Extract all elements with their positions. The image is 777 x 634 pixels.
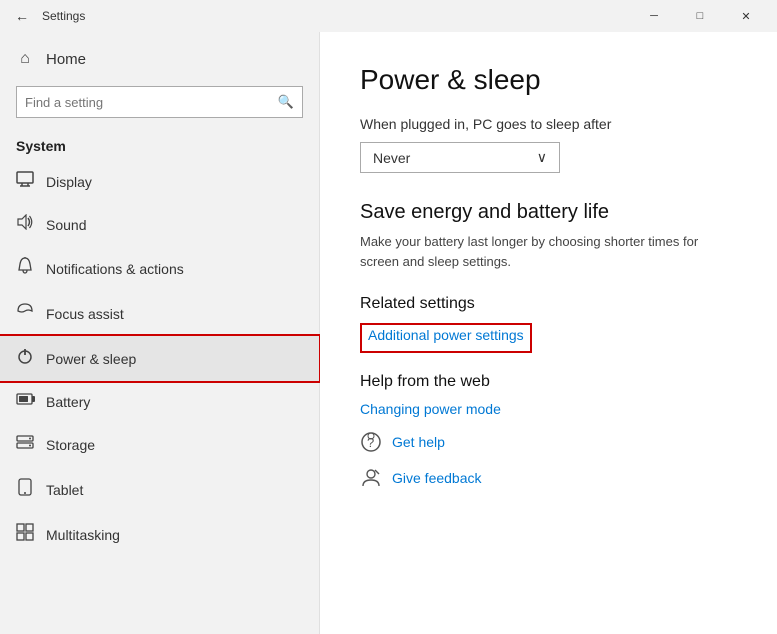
sidebar-section-label: System — [0, 126, 319, 160]
back-button[interactable]: ← — [8, 2, 36, 30]
get-help-icon: ? — [360, 431, 382, 453]
save-energy-title: Save energy and battery life — [360, 201, 737, 224]
sleep-dropdown[interactable]: Never ∨ — [360, 142, 560, 173]
sidebar: ⌂ Home 🔍 System Display — [0, 32, 320, 634]
support-links: ? Get help Give feedback — [360, 431, 737, 489]
storage-label: Storage — [46, 437, 95, 453]
tablet-icon — [16, 478, 34, 501]
additional-power-link[interactable]: Additional power settings — [368, 327, 524, 343]
changing-power-link[interactable]: Changing power mode — [360, 401, 501, 417]
power-icon — [16, 347, 34, 370]
page-title: Power & sleep — [360, 64, 737, 96]
search-box[interactable]: 🔍 — [16, 86, 303, 118]
search-input[interactable] — [25, 95, 272, 110]
get-help-link[interactable]: Get help — [392, 434, 445, 450]
sidebar-item-tablet[interactable]: Tablet — [0, 467, 319, 512]
storage-icon — [16, 433, 34, 456]
related-settings-title: Related settings — [360, 295, 737, 313]
give-feedback-link[interactable]: Give feedback — [392, 470, 482, 486]
titlebar-title: Settings — [36, 9, 631, 23]
battery-icon — [16, 392, 34, 411]
get-help-item: ? Get help — [360, 431, 737, 453]
sidebar-item-battery[interactable]: Battery — [0, 381, 319, 422]
sidebar-item-multitasking[interactable]: Multitasking — [0, 512, 319, 557]
sleep-value: Never — [373, 150, 410, 166]
tablet-label: Tablet — [46, 482, 83, 498]
multitasking-icon — [16, 523, 34, 546]
sleep-section-label: When plugged in, PC goes to sleep after — [360, 116, 737, 132]
notifications-icon — [16, 257, 34, 280]
sidebar-item-focus[interactable]: Focus assist — [0, 291, 319, 336]
main-content: Power & sleep When plugged in, PC goes t… — [320, 32, 777, 634]
focus-label: Focus assist — [46, 306, 124, 322]
give-feedback-icon — [360, 467, 382, 489]
sidebar-item-power[interactable]: Power & sleep — [0, 336, 319, 381]
sound-label: Sound — [46, 217, 86, 233]
window-controls: ─ □ ✕ — [631, 0, 769, 32]
sidebar-item-home[interactable]: ⌂ Home — [0, 40, 319, 78]
close-button[interactable]: ✕ — [723, 0, 769, 32]
search-icon: 🔍 — [278, 94, 294, 110]
power-label: Power & sleep — [46, 351, 136, 367]
sidebar-item-storage[interactable]: Storage — [0, 422, 319, 467]
maximize-button[interactable]: □ — [677, 0, 723, 32]
save-energy-desc: Make your battery last longer by choosin… — [360, 232, 737, 271]
help-from-web-title: Help from the web — [360, 373, 737, 391]
app-body: ⌂ Home 🔍 System Display — [0, 32, 777, 634]
chevron-down-icon: ∨ — [537, 149, 547, 166]
titlebar: ← Settings ─ □ ✕ — [0, 0, 777, 32]
home-icon: ⌂ — [16, 50, 34, 68]
minimize-button[interactable]: ─ — [631, 0, 677, 32]
display-label: Display — [46, 174, 92, 190]
notifications-label: Notifications & actions — [46, 261, 184, 277]
give-feedback-item: Give feedback — [360, 467, 737, 489]
sound-icon — [16, 214, 34, 235]
battery-label: Battery — [46, 394, 90, 410]
multitasking-label: Multitasking — [46, 527, 120, 543]
home-label: Home — [46, 51, 86, 68]
sidebar-item-notifications[interactable]: Notifications & actions — [0, 246, 319, 291]
additional-power-settings-highlight: Additional power settings — [360, 323, 532, 353]
display-icon — [16, 171, 34, 192]
focus-icon — [16, 302, 34, 325]
sidebar-item-sound[interactable]: Sound — [0, 203, 319, 246]
sidebar-item-display[interactable]: Display — [0, 160, 319, 203]
